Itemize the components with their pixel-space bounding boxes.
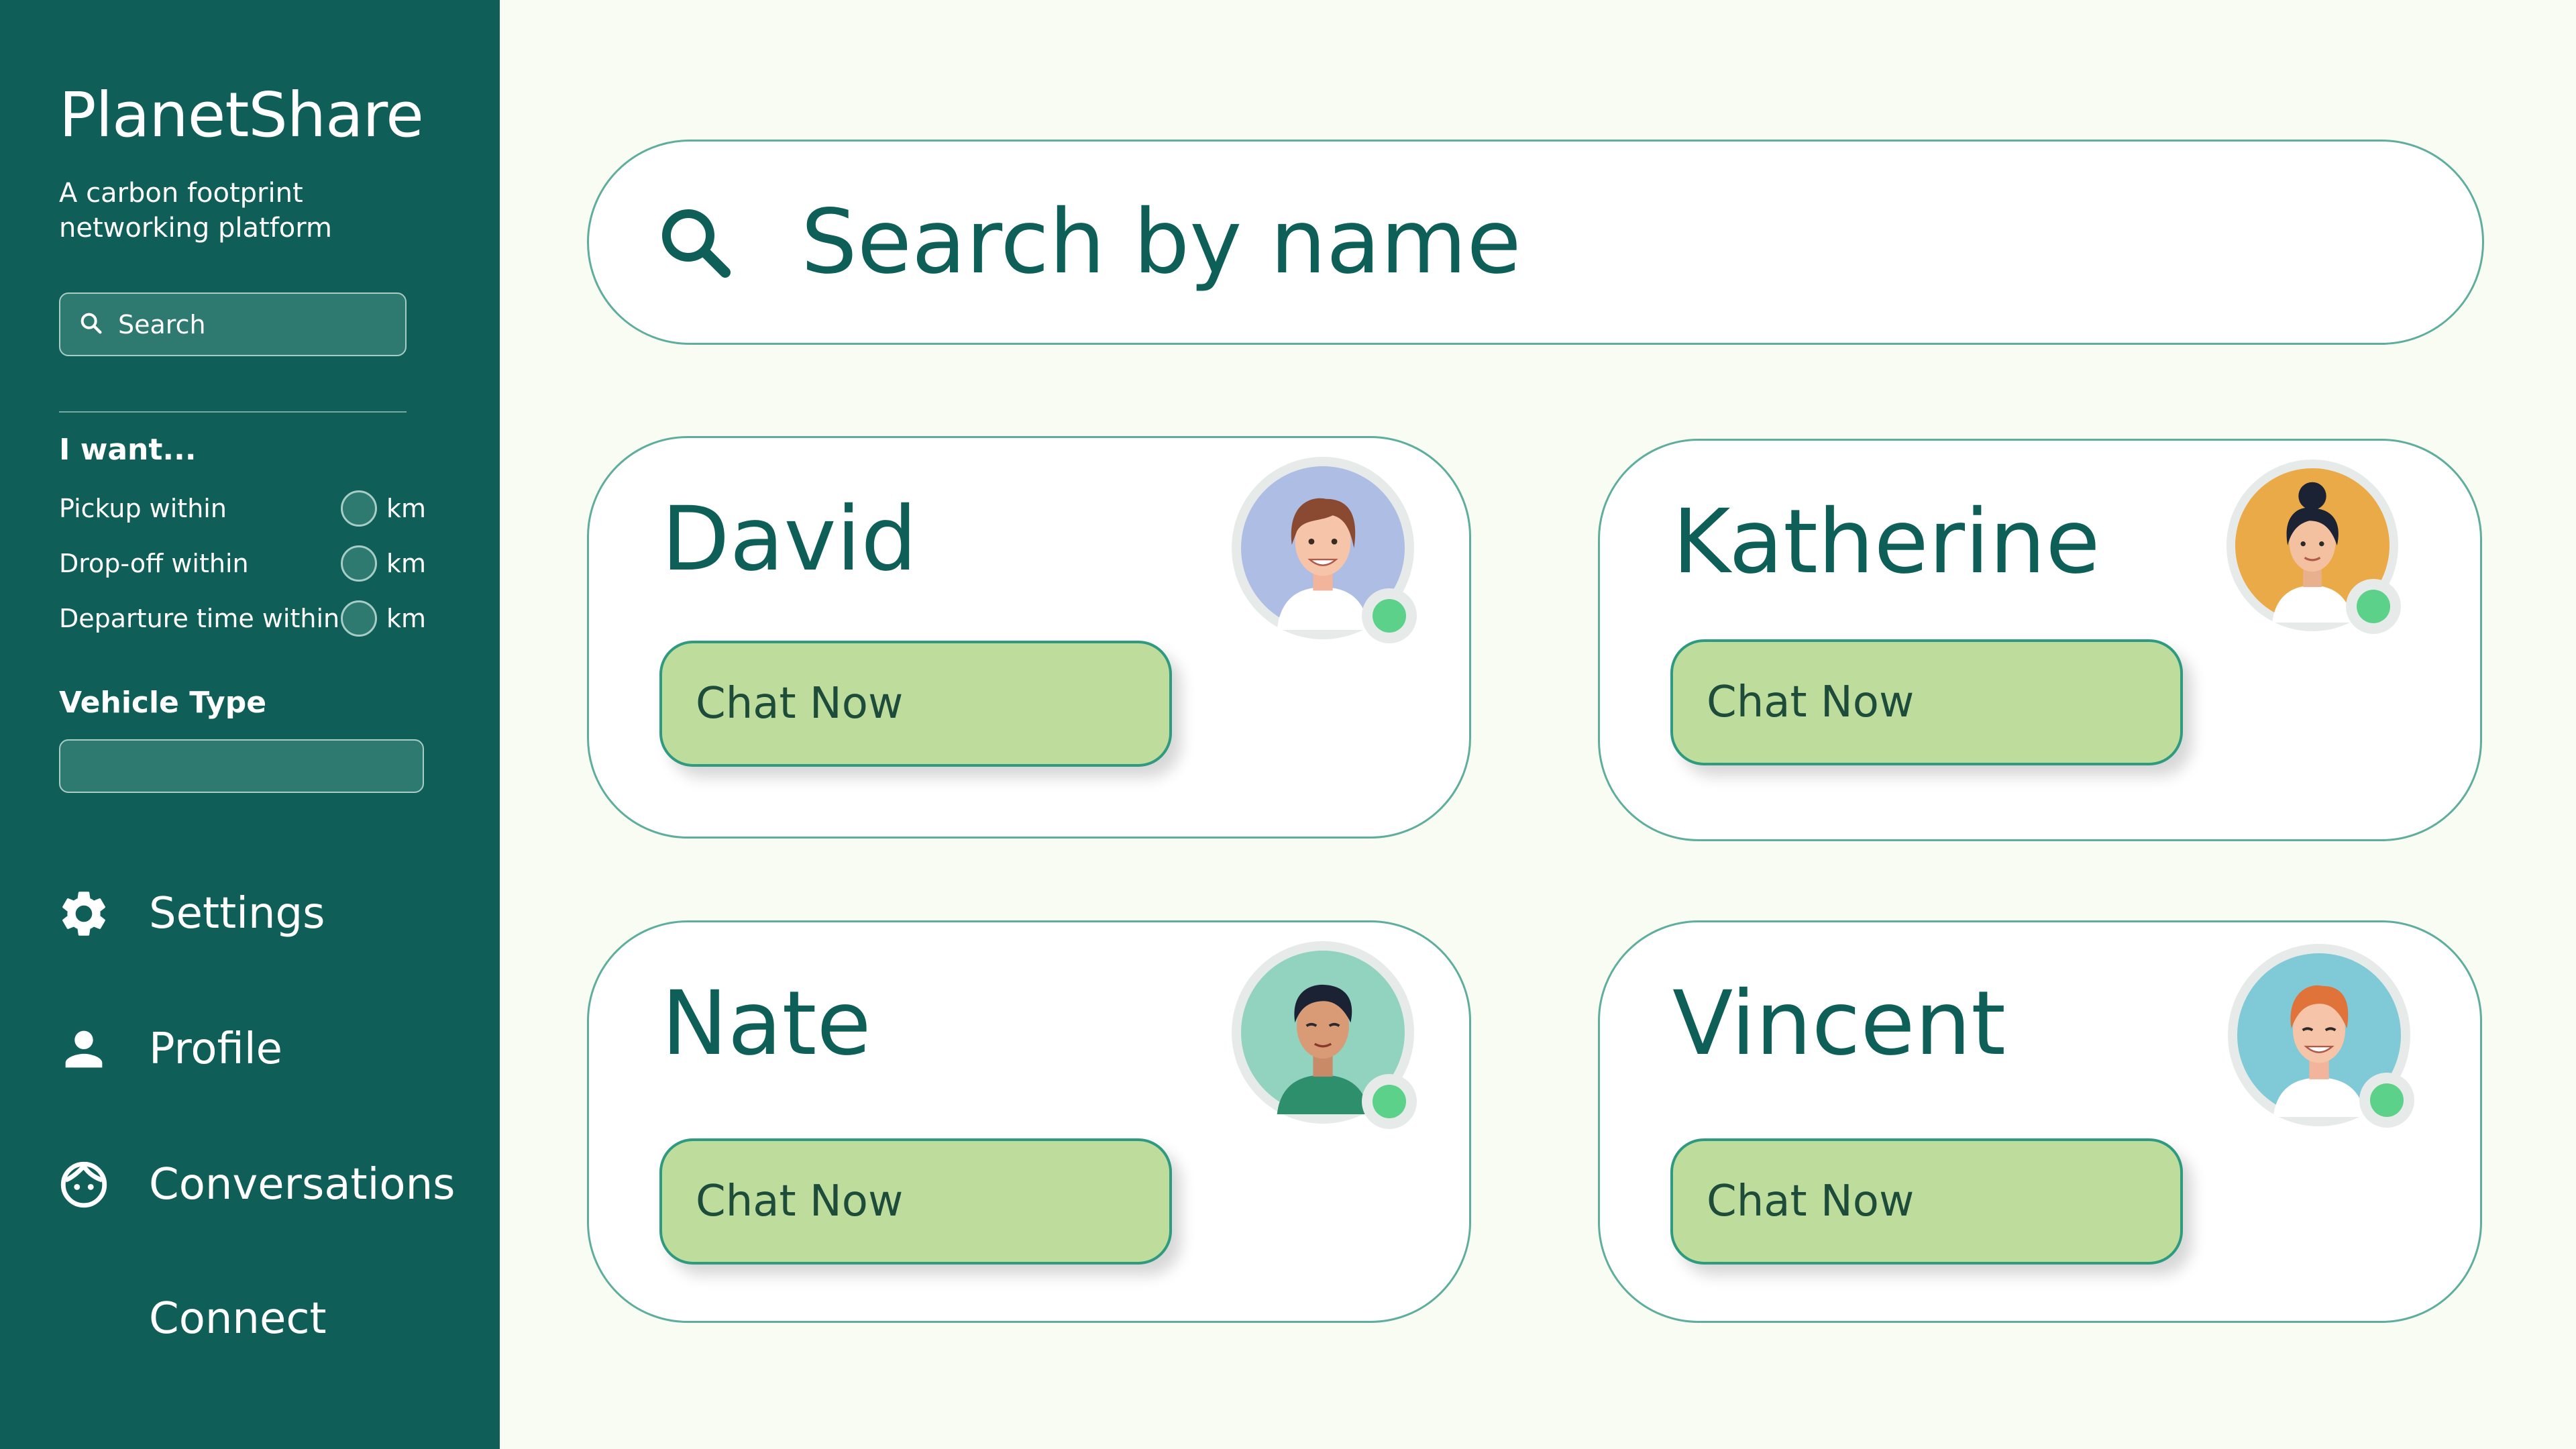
filters-heading: I want... [59, 433, 197, 467]
person-card-vincent: Vincent Chat Now [1598, 920, 2482, 1323]
filter-label: Departure time within [59, 604, 340, 633]
filter-unit: km [386, 549, 427, 578]
online-status-indicator [1362, 588, 1417, 643]
filter-unit: km [386, 604, 427, 633]
name-search-input[interactable]: Search by name [587, 140, 2484, 345]
filter-unit: km [386, 494, 427, 523]
chat-now-button[interactable]: Chat Now [1670, 1138, 2183, 1265]
person-icon [56, 1022, 111, 1077]
avatar [1232, 457, 1417, 643]
avatar [2228, 944, 2414, 1128]
face-icon [56, 1157, 111, 1212]
filter-departure-radio[interactable] [341, 600, 377, 637]
filter-label: Drop-off within [59, 549, 249, 578]
sidebar-search-input[interactable]: Search [59, 292, 407, 356]
search-placeholder: Search by name [801, 191, 1521, 294]
filter-pickup: Pickup within km [59, 488, 435, 529]
filter-dropoff-radio[interactable] [341, 545, 377, 582]
person-card-nate: Nate Chat Now [587, 920, 1471, 1323]
chat-now-button[interactable]: Chat Now [1670, 639, 2183, 765]
nav-label: Conversations [149, 1160, 455, 1210]
avatar [2226, 460, 2401, 634]
search-icon [655, 202, 735, 282]
person-name: David [661, 488, 918, 591]
nav-item-settings[interactable]: Settings [56, 880, 325, 947]
avatar [1232, 941, 1417, 1129]
filter-dropoff: Drop-off within km [59, 543, 435, 584]
filter-departure: Departure time within km [59, 598, 435, 639]
nav-item-conversations[interactable]: Conversations [56, 1151, 455, 1218]
vehicle-type-select[interactable] [59, 739, 424, 793]
person-name: Nate [661, 972, 871, 1075]
app-subtitle: A carbon footprint networking platform [59, 178, 332, 244]
gear-icon [56, 886, 111, 941]
person-name: Vincent [1672, 972, 2006, 1075]
person-card-david: David Chat Now [587, 436, 1471, 839]
online-status-indicator [2359, 1073, 2414, 1128]
app-title: PlanetShare [59, 79, 424, 151]
search-icon [78, 310, 105, 339]
nav-label: Connect [149, 1294, 327, 1344]
nav-item-profile[interactable]: Profile [56, 1016, 282, 1083]
person-name: Katherine [1672, 490, 2100, 594]
vehicle-type-heading: Vehicle Type [59, 686, 267, 720]
chat-now-button[interactable]: Chat Now [659, 641, 1172, 767]
filter-pickup-radio[interactable] [341, 490, 377, 527]
nav-item-connect[interactable]: Connect [56, 1285, 327, 1352]
online-status-indicator [1362, 1074, 1417, 1129]
sidebar-search-placeholder: Search [118, 309, 206, 339]
filter-label: Pickup within [59, 494, 227, 523]
nav-label: Settings [149, 889, 325, 938]
person-card-katherine: Katherine Chat Now [1598, 439, 2482, 841]
nav-label: Profile [149, 1024, 282, 1074]
online-status-indicator [2346, 579, 2401, 634]
sidebar: PlanetShare A carbon footprint networkin… [0, 0, 500, 1449]
chat-now-button[interactable]: Chat Now [659, 1138, 1172, 1265]
sidebar-divider [59, 411, 407, 413]
